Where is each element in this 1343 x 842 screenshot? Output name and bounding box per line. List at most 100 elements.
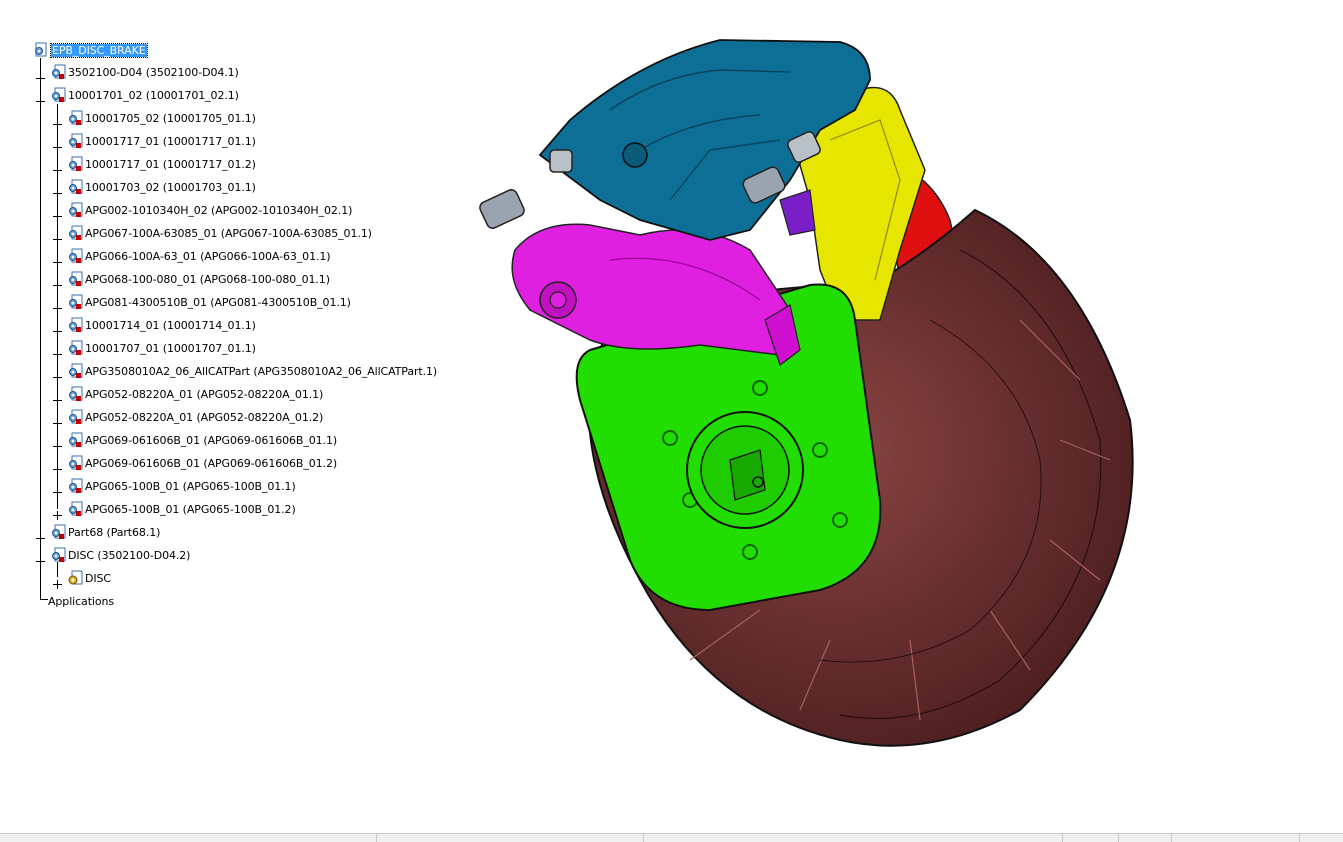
product-icon [67,156,83,172]
tree-item[interactable]: APG065-100B_01 (APG065-100B_01.2) [67,499,296,519]
product-icon [67,386,83,402]
product-icon [67,317,83,333]
tree-item[interactable]: APG066-100A-63_01 (APG066-100A-63_01.1) [67,246,331,266]
tree-item[interactable]: APG068-100-080_01 (APG068-100-080_01.1) [67,269,330,289]
collapse-icon[interactable] [36,551,45,562]
expand-icon[interactable] [36,528,45,543]
tree-item[interactable]: 10001705_02 (10001705_01.1) [67,108,256,128]
tree-item[interactable]: 10001717_01 (10001717_01.2) [67,154,256,174]
product-icon [67,179,83,195]
product-icon [67,248,83,264]
product-icon [67,202,83,218]
tree-item[interactable]: 10001707_01 (10001707_01.1) [67,338,256,358]
tree-item-label: 10001705_02 (10001705_01.1) [85,111,256,125]
product-icon [50,87,66,103]
tree-item[interactable]: APG081-4300510B_01 (APG081-4300510B_01.1… [67,292,351,312]
tree-item[interactable]: APG069-061606B_01 (APG069-061606B_01.2) [67,453,337,473]
tree-item[interactable]: 3502100-D04 (3502100-D04.1) [50,62,239,82]
tree-item[interactable]: APG052-08220A_01 (APG052-08220A_01.1) [67,384,323,404]
specification-tree: EPB_DISC_BRAKE 3502100-D04 (3502100-D04.… [0,0,460,620]
product-icon [67,294,83,310]
tree-item[interactable]: 10001717_01 (10001717_01.1) [67,131,256,151]
tree-leaf-line [40,599,48,600]
expand-icon[interactable] [53,459,62,474]
expand-icon[interactable] [53,574,62,589]
tree-item[interactable]: 10001703_02 (10001703_01.1) [67,177,256,197]
tree-item-label: 10001707_01 (10001707_01.1) [85,341,256,355]
tree-item-label: APG3508010A2_06_AllCATPart (APG3508010A2… [85,364,438,378]
product-icon [67,432,83,448]
tree-item[interactable]: Part68 (Part68.1) [50,522,160,542]
expand-icon[interactable] [53,436,62,451]
tree-item-label: 10001701_02 (10001701_02.1) [68,88,239,102]
purple-piston [779,189,816,236]
product-icon [50,524,66,540]
expand-icon[interactable] [53,482,62,497]
tree-item-label: APG065-100B_01 (APG065-100B_01.1) [85,479,296,493]
expand-icon[interactable] [53,114,62,129]
tree-item-label: APG068-100-080_01 (APG068-100-080_01.1) [85,272,330,286]
tree-item[interactable]: APG3508010A2_06_AllCATPart (APG3508010A2… [67,361,437,381]
tree-item-label: Part68 (Part68.1) [68,525,161,539]
product-icon [67,363,83,379]
expand-icon[interactable] [53,183,62,198]
tree-item-label: 10001714_01 (10001714_01.1) [85,318,256,332]
tree-item-label: 10001717_01 (10001717_01.2) [85,157,256,171]
product-icon [67,225,83,241]
expand-icon[interactable] [53,390,62,405]
tree-item[interactable]: 10001714_01 (10001714_01.1) [67,315,256,335]
tree-item-label: 10001703_02 (10001703_01.1) [85,180,256,194]
3d-viewport[interactable] [460,20,1160,760]
expand-icon[interactable] [53,252,62,267]
product-icon [33,42,49,58]
tree-item-label: APG069-061606B_01 (APG069-061606B_01.1) [85,433,338,447]
product-icon [67,133,83,149]
product-icon [50,64,66,80]
expand-icon[interactable] [53,344,62,359]
tree-item-applications[interactable]: Applications [48,591,114,611]
tree-item[interactable]: APG069-061606B_01 (APG069-061606B_01.1) [67,430,337,450]
product-icon [67,478,83,494]
tree-item-label: 3502100-D04 (3502100-D04.1) [68,65,239,79]
collapse-icon[interactable] [36,91,45,102]
expand-icon[interactable] [53,505,62,520]
product-icon [67,110,83,126]
tree-item[interactable]: 10001701_02 (10001701_02.1) [50,85,239,105]
tree-root-line [40,58,41,600]
expand-icon[interactable] [53,413,62,428]
expand-icon[interactable] [53,298,62,313]
tree-item[interactable]: APG052-08220A_01 (APG052-08220A_01.2) [67,407,323,427]
product-icon [50,547,66,563]
disc-brake-model[interactable] [460,20,1160,760]
expand-icon[interactable] [53,275,62,290]
tree-item-label: APG067-100A-63085_01 (APG067-100A-63085_… [85,226,372,240]
tree-item-label: APG065-100B_01 (APG065-100B_01.2) [85,502,296,516]
tree-item-label: DISC [85,571,111,585]
tree-root-label[interactable]: EPB_DISC_BRAKE [50,42,148,58]
expand-icon[interactable] [53,321,62,336]
tree-item[interactable]: APG002-1010340H_02 (APG002-1010340H_02.1… [67,200,352,220]
tree-item[interactable]: APG065-100B_01 (APG065-100B_01.1) [67,476,296,496]
tree-root-node[interactable]: EPB_DISC_BRAKE [33,40,148,60]
tree-item[interactable]: APG067-100A-63085_01 (APG067-100A-63085_… [67,223,372,243]
tree-item-label: APG066-100A-63_01 (APG066-100A-63_01.1) [85,249,331,263]
expand-icon[interactable] [53,137,62,152]
expand-icon[interactable] [53,367,62,382]
tree-item-label: DISC (3502100-D04.2) [68,548,191,562]
product-icon [67,455,83,471]
expand-icon[interactable] [53,206,62,221]
expand-icon[interactable] [53,160,62,175]
tree-item-label: APG069-061606B_01 (APG069-061606B_01.2) [85,456,338,470]
tree-item[interactable]: DISC (3502100-D04.2) [50,545,190,565]
product-icon [67,340,83,356]
expand-icon[interactable] [53,229,62,244]
tree-item[interactable]: DISC [67,568,111,588]
part-icon [67,570,83,586]
tree-item-label: APG052-08220A_01 (APG052-08220A_01.2) [85,410,324,424]
product-icon [67,271,83,287]
tree-item-label: 10001717_01 (10001717_01.1) [85,134,256,148]
expand-icon[interactable] [36,68,45,83]
tree-item-label: APG052-08220A_01 (APG052-08220A_01.1) [85,387,324,401]
tree-item-label: APG002-1010340H_02 (APG002-1010340H_02.1… [85,203,353,217]
tree-item-label: APG081-4300510B_01 (APG081-4300510B_01.1… [85,295,351,309]
